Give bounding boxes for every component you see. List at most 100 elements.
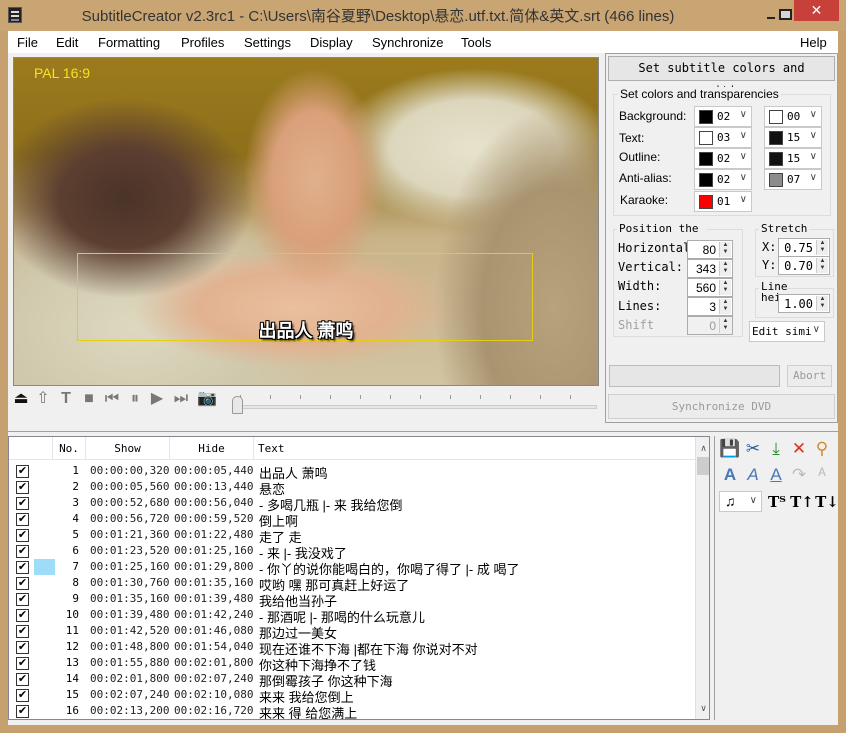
previous-icon[interactable]: ⏮ [103, 390, 121, 408]
row-checkbox[interactable]: ✔ [16, 529, 29, 542]
save-icon[interactable]: 💾 [719, 438, 741, 460]
close-button[interactable]: ✕ [794, 0, 839, 21]
abort-button[interactable]: Abort [787, 365, 832, 387]
table-row[interactable]: ✔ 5 00:01:21,360 00:01:22,480 走了 走 [9, 527, 697, 545]
spinner-arrows-icon[interactable]: ▲ ▼ [719, 261, 731, 276]
karaoke-color-select[interactable]: 01 ∨ [694, 191, 752, 212]
menu-display[interactable]: Display [310, 35, 353, 50]
row-checkbox[interactable]: ✔ [16, 577, 29, 590]
row-checkbox[interactable]: ✔ [16, 673, 29, 686]
stop-icon[interactable]: ■ [80, 390, 98, 408]
row-checkbox[interactable]: ✔ [16, 625, 29, 638]
spinner-arrows-icon[interactable]: ▲ ▼ [816, 296, 828, 311]
find-icon[interactable]: ⚲ [811, 438, 833, 460]
redo-icon[interactable]: ↷ [788, 464, 810, 486]
header-hide[interactable]: Hide [170, 437, 254, 460]
music-note-select[interactable]: ♫ ∨ [719, 491, 762, 512]
table-row[interactable]: ✔ 8 00:01:30,760 00:01:35,160 哎哟 嘿 那可真赶上好运了 [9, 575, 697, 593]
lines-spinner[interactable]: 3 ▲ ▼ [687, 297, 733, 316]
stretch-y-spinner[interactable]: 0.70 ▲ ▼ [778, 256, 830, 275]
seek-slider[interactable] [240, 405, 597, 409]
spinner-arrows-icon[interactable]: ▲ ▼ [816, 240, 828, 255]
menu-synchronize[interactable]: Synchronize [372, 35, 444, 50]
merge-icon[interactable]: ⤓ [765, 438, 787, 460]
shift-spinner[interactable]: 0 ▲ ▼ [687, 316, 733, 335]
header-show[interactable]: Show [86, 437, 170, 460]
pane-splitter[interactable] [8, 431, 838, 435]
spinner-arrows-icon[interactable]: ▲ ▼ [719, 280, 731, 295]
replace-icon[interactable]: ᴬ [811, 464, 833, 486]
text-icon[interactable]: T [57, 390, 75, 408]
menu-settings[interactable]: Settings [244, 35, 291, 50]
background-color-select[interactable]: 02 ∨ [694, 106, 752, 127]
line-height-spinner[interactable]: 1.00 ▲ ▼ [778, 294, 830, 313]
scroll-thumb[interactable] [697, 457, 709, 475]
row-checkbox[interactable]: ✔ [16, 513, 29, 526]
row-checkbox[interactable]: ✔ [16, 561, 29, 574]
edit-mode-select[interactable]: Edit simi ∨ [749, 321, 825, 342]
row-checkbox[interactable]: ✔ [16, 657, 29, 670]
video-preview[interactable]: PAL 16:9 出品人 萧鸣 [13, 57, 599, 386]
menu-formatting[interactable]: Formatting [98, 35, 160, 50]
table-row[interactable]: ✔ 15 00:02:07,240 00:02:10,080 来来 我给您倒上 [9, 687, 697, 705]
menu-help[interactable]: Help [800, 35, 827, 50]
eject-icon[interactable]: ⏏ [12, 390, 30, 408]
row-checkbox[interactable]: ✔ [16, 481, 29, 494]
menu-tools[interactable]: Tools [461, 35, 491, 50]
table-row[interactable]: ✔ 1 00:00:00,320 00:00:05,440 出品人 萧鸣 [9, 463, 697, 481]
row-checkbox[interactable]: ✔ [16, 593, 29, 606]
table-row[interactable]: ✔ 4 00:00:56,720 00:00:59,520 倒上啊 [9, 511, 697, 529]
pause-icon[interactable]: ⏸ [126, 390, 144, 408]
minimize-button[interactable] [765, 9, 777, 21]
outline-color-select[interactable]: 02 ∨ [694, 148, 752, 169]
table-row[interactable]: ✔ 14 00:02:01,800 00:02:07,240 那倒霉孩子 你这种下海 [9, 671, 697, 689]
synchronize-dvd-button[interactable]: Synchronize DVD [608, 394, 835, 419]
table-row[interactable]: ✔ 10 00:01:39,480 00:01:42,240- 那酒呢 |- 那喝的什… [9, 607, 697, 625]
next-icon[interactable]: ⏭ [172, 390, 190, 408]
maximize-button[interactable] [777, 8, 792, 20]
bold-icon[interactable]: A [719, 464, 741, 486]
spinner-arrows-icon[interactable]: ▲ ▼ [719, 299, 731, 314]
snapshot-icon[interactable]: 📷 [196, 390, 218, 408]
text-color-select[interactable]: 03 ∨ [694, 127, 752, 148]
seek-slider-thumb[interactable] [232, 396, 243, 414]
header-checkbox-column[interactable] [9, 437, 53, 460]
cut-icon[interactable]: ✂ [742, 438, 764, 460]
set-colors-position-button[interactable]: Set subtitle colors and position [608, 56, 835, 98]
row-checkbox[interactable]: ✔ [16, 465, 29, 478]
row-checkbox[interactable]: ✔ [16, 641, 29, 654]
row-checkbox[interactable]: ✔ [16, 497, 29, 510]
spinner-arrows-icon[interactable]: ▲ ▼ [816, 258, 828, 273]
home-icon[interactable]: ⇧ [34, 390, 52, 408]
anti-alias-transparency-select[interactable]: 07 ∨ [764, 169, 822, 190]
font-size-icon[interactable]: Tᵀ [765, 491, 789, 513]
row-checkbox[interactable]: ✔ [16, 545, 29, 558]
menu-profiles[interactable]: Profiles [181, 35, 224, 50]
move-up-icon[interactable]: T↑ [790, 491, 814, 513]
table-row[interactable]: ✔ 7 00:01:25,160 00:01:29,800- 你丫的说你能喝白的，你喝… [9, 559, 697, 577]
table-row[interactable]: ✔ 12 00:01:48,800 00:01:54,040 现在还谁不下海 |都在下海… [9, 639, 697, 657]
row-checkbox[interactable]: ✔ [16, 609, 29, 622]
table-row[interactable]: ✔ 13 00:01:55,880 00:02:01,800 你这种下海挣不了钱 [9, 655, 697, 673]
header-text[interactable]: Text [254, 437, 697, 460]
anti-alias-color-select[interactable]: 02 ∨ [694, 169, 752, 190]
delete-icon[interactable]: ✕ [788, 438, 810, 460]
play-icon[interactable]: ▶ [148, 390, 166, 408]
header-no[interactable]: No. [53, 437, 86, 460]
menu-edit[interactable]: Edit [56, 35, 78, 50]
scroll-down-icon[interactable]: ∨ [696, 701, 709, 715]
list-scrollbar[interactable]: ∧ ∨ [695, 437, 709, 719]
row-checkbox[interactable]: ✔ [16, 689, 29, 702]
stretch-x-spinner[interactable]: 0.75 ▲ ▼ [778, 238, 830, 257]
italic-icon[interactable]: A [742, 464, 764, 486]
table-row[interactable]: ✔ 16 00:02:13,200 00:02:16,720 来来 得 给您满上 [9, 703, 697, 719]
text-transparency-select[interactable]: 15 ∨ [764, 127, 822, 148]
row-checkbox[interactable]: ✔ [16, 705, 29, 718]
spinner-arrows-icon[interactable]: ▲ ▼ [719, 242, 731, 257]
vertical-spinner[interactable]: 343 ▲ ▼ [687, 259, 733, 278]
horizontal-spinner[interactable]: 80 ▲ ▼ [687, 240, 733, 259]
table-row[interactable]: ✔ 2 00:00:05,560 00:00:13,440 悬恋 [9, 479, 697, 497]
outline-transparency-select[interactable]: 15 ∨ [764, 148, 822, 169]
background-transparency-select[interactable]: 00 ∨ [764, 106, 822, 127]
table-row[interactable]: ✔ 11 00:01:42,520 00:01:46,080 那边过一美女 [9, 623, 697, 641]
